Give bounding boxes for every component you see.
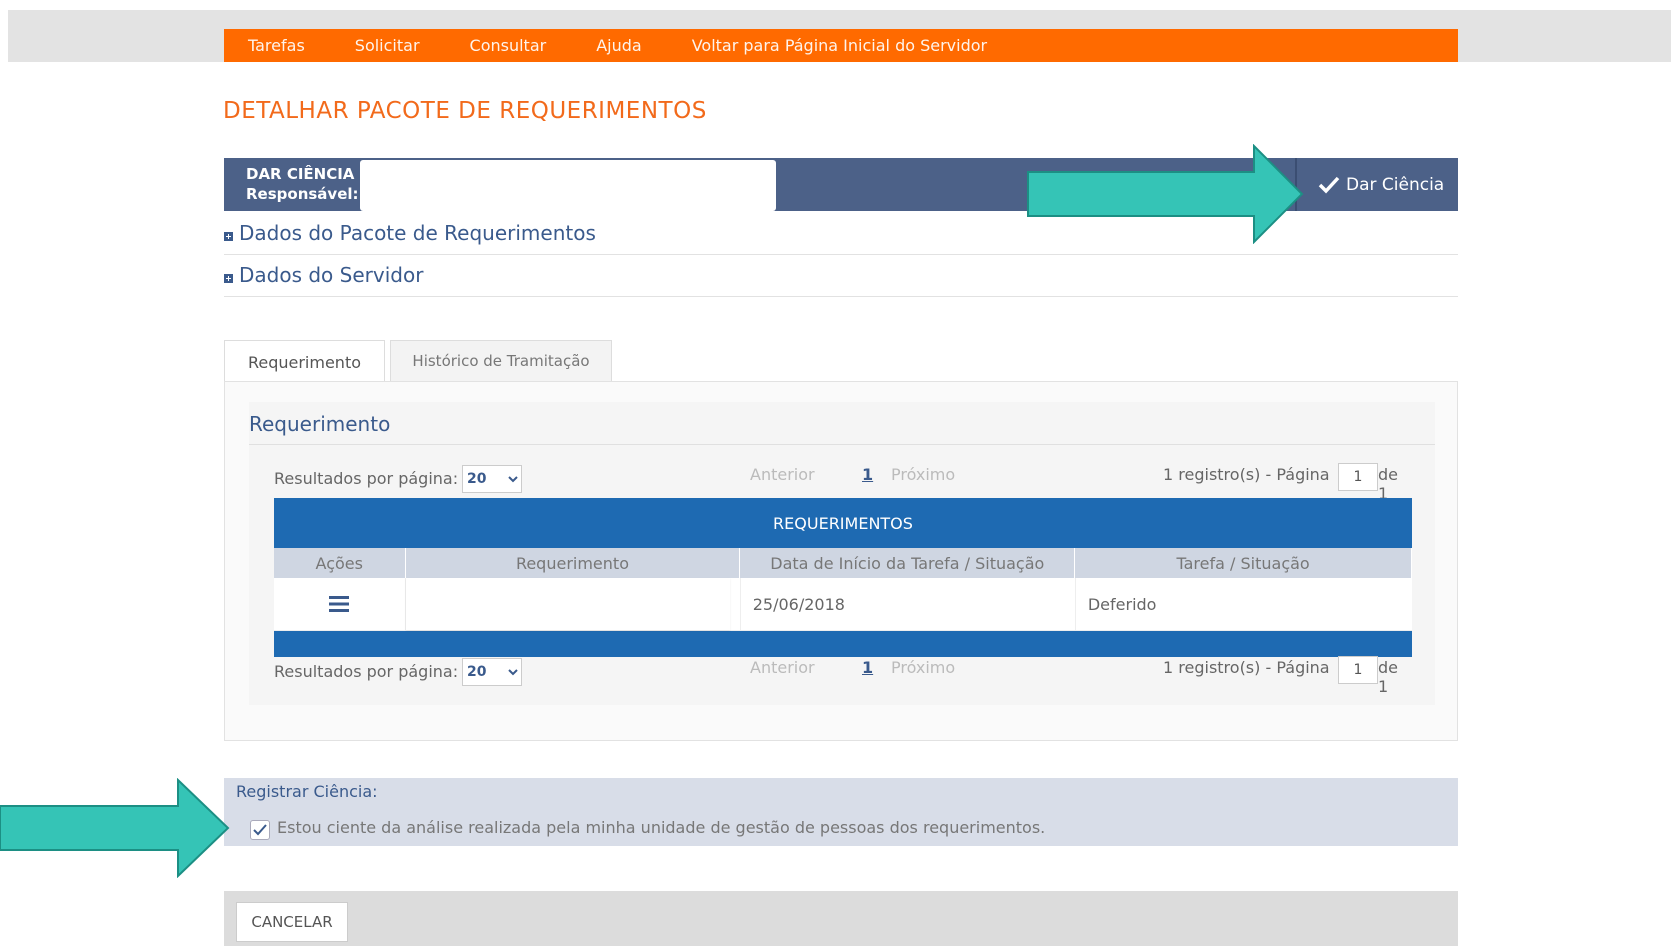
panel-divider <box>249 444 1435 445</box>
dar-ciencia-button[interactable]: Dar Ciência <box>1318 158 1444 211</box>
requerimentos-table: REQUERIMENTOS Ações Requerimento Data de… <box>274 498 1413 657</box>
section-dados-servidor-label: Dados do Servidor <box>239 263 424 287</box>
pager-top: Resultados por página: 20 Anterior 1 Pró… <box>274 463 1412 503</box>
responsavel-input[interactable] <box>360 160 776 211</box>
pager-bottom: Resultados por página: 20 Anterior 1 Pró… <box>274 656 1412 696</box>
expand-icon <box>224 273 233 283</box>
page-title: DETALHAR PACOTE DE REQUERIMENTOS <box>223 98 707 124</box>
form-actions: CANCELAR <box>224 891 1458 946</box>
pager-registros: 1 registro(s) - Página <box>1163 465 1330 484</box>
nav-item-tarefas[interactable]: Tarefas <box>248 36 305 55</box>
table-header: Ações Requerimento Data de Início da Tar… <box>274 548 1413 578</box>
section-dados-pacote-label: Dados do Pacote de Requerimentos <box>239 221 596 245</box>
nav-item-solicitar[interactable]: Solicitar <box>355 36 420 55</box>
table-caption: REQUERIMENTOS <box>274 498 1412 548</box>
acoes-cell <box>274 578 406 630</box>
col-tarefa-situacao[interactable]: Tarefa / Situação <box>1075 548 1413 578</box>
dar-ciencia-label: DAR CIÊNCIA <box>246 165 355 183</box>
cancel-button[interactable]: CANCELAR <box>236 902 348 942</box>
data-cell: 25/06/2018 <box>741 578 1076 630</box>
pager-page-1[interactable]: 1 <box>862 465 873 484</box>
arrow-right-icon <box>0 778 230 878</box>
page-input[interactable] <box>1338 463 1378 491</box>
pager-next[interactable]: Próximo <box>891 465 955 484</box>
col-data-inicio[interactable]: Data de Início da Tarefa / Situação <box>740 548 1076 578</box>
section-dados-servidor[interactable]: Dados do Servidor <box>224 254 1458 297</box>
nav-item-ajuda[interactable]: Ajuda <box>596 36 642 55</box>
table-footer <box>274 631 1412 657</box>
expand-icon <box>224 231 233 241</box>
situacao-cell: Deferido <box>1087 594 1157 614</box>
table-row: 25/06/2018 Deferido <box>274 578 1412 631</box>
pager-total: de 1 <box>1378 658 1398 696</box>
tab-requerimento-label: Requerimento <box>247 352 362 372</box>
check-icon <box>1318 176 1340 194</box>
tab-requerimento[interactable]: Requerimento <box>224 340 385 383</box>
requerimento-value <box>405 578 730 630</box>
arrow-right-icon <box>1027 144 1304 244</box>
rpp-select[interactable]: 20 <box>462 658 522 686</box>
panel-heading: Requerimento <box>249 412 391 436</box>
tab-historico-label: Histórico de Tramitação <box>412 352 590 370</box>
tab-historico[interactable]: Histórico de Tramitação <box>390 340 612 381</box>
rpp-label: Resultados por página: <box>274 662 459 681</box>
top-nav: Tarefas Solicitar Consultar Ajuda Voltar… <box>224 29 1458 62</box>
dar-ciencia-labels: DAR CIÊNCIA Responsável: <box>246 164 359 204</box>
ciencia-checkbox-label[interactable]: Estou ciente da análise realizada pela m… <box>277 818 1045 837</box>
rpp-label: Resultados por página: <box>274 469 459 488</box>
checkmark-icon <box>253 824 267 836</box>
col-acoes[interactable]: Ações <box>274 548 406 578</box>
registrar-ciencia-box: Registrar Ciência: Estou ciente da análi… <box>224 778 1458 846</box>
requerimento-cell <box>405 578 741 630</box>
col-requerimento[interactable]: Requerimento <box>406 548 741 578</box>
pager-prev[interactable]: Anterior <box>750 465 815 484</box>
ciencia-checkbox[interactable] <box>250 820 270 840</box>
pager-registros: 1 registro(s) - Página <box>1163 658 1330 677</box>
dar-ciencia-button-label: Dar Ciência <box>1346 174 1445 195</box>
tab-panel: Requerimento Resultados por página: 20 A… <box>224 381 1458 741</box>
pager-next[interactable]: Próximo <box>891 658 955 677</box>
pager-prev[interactable]: Anterior <box>750 658 815 677</box>
menu-icon[interactable] <box>329 595 350 613</box>
pager-page-1[interactable]: 1 <box>862 658 873 677</box>
registrar-ciencia-title: Registrar Ciência: <box>236 782 378 801</box>
responsavel-label: Responsável: <box>246 185 359 203</box>
page-input[interactable] <box>1338 656 1378 684</box>
nav-item-consultar[interactable]: Consultar <box>470 36 547 55</box>
nav-item-voltar[interactable]: Voltar para Página Inicial do Servidor <box>692 36 987 55</box>
rpp-select[interactable]: 20 <box>462 465 522 493</box>
